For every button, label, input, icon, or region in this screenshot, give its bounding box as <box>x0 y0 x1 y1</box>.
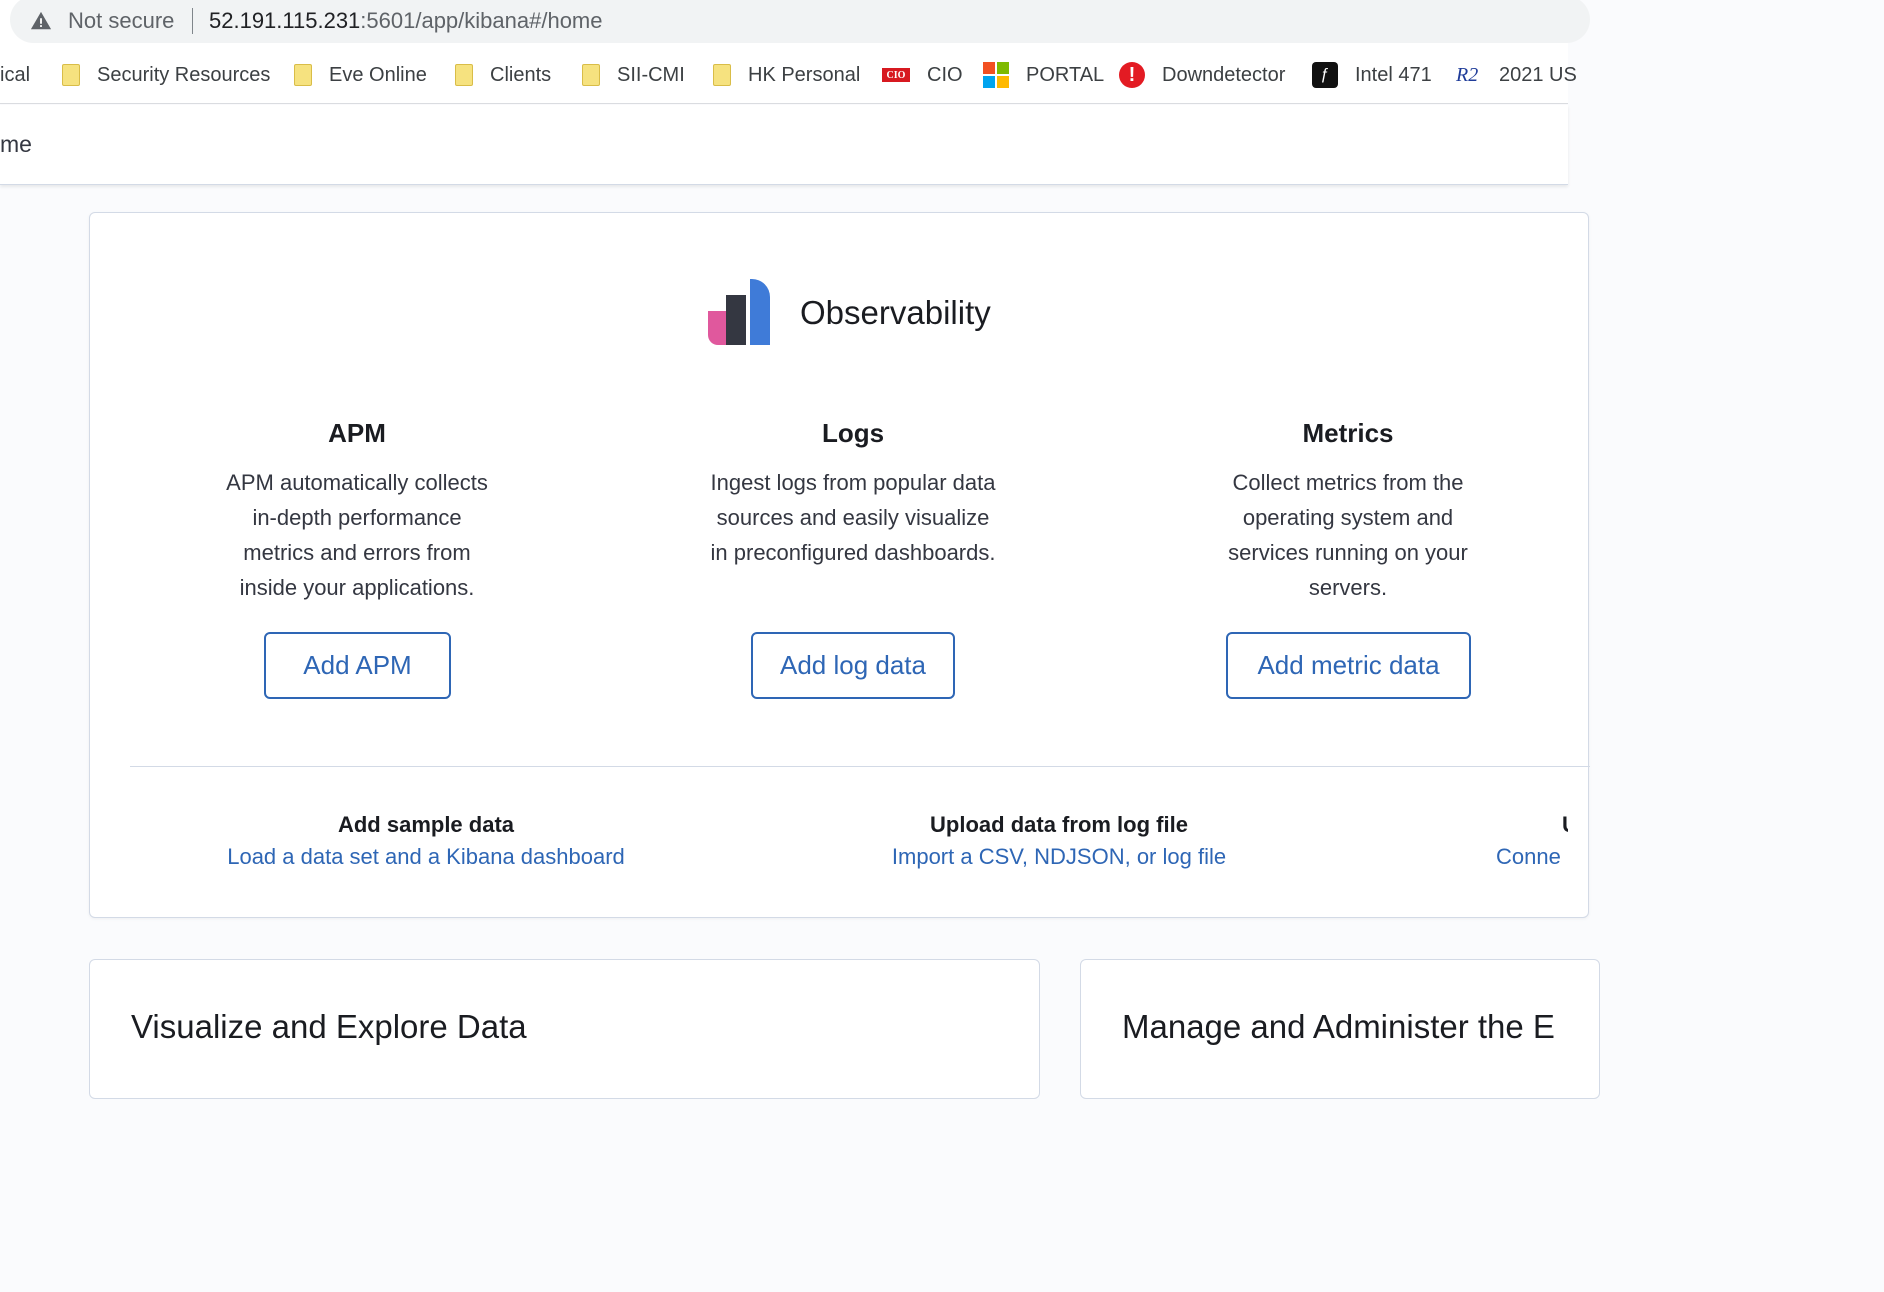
logs-description-line: sources and easily visualize <box>716 505 990 530</box>
bookmark-label: SII-CMI <box>617 63 685 86</box>
url-host: 52.191.115.231 <box>209 8 361 33</box>
bookmark-label: Intel 471 <box>1355 63 1432 86</box>
apm-column: APM APM automatically collects in-depth … <box>187 415 527 605</box>
intel471-icon: ƒ <box>1312 62 1338 88</box>
connect-title: U <box>1496 810 1568 840</box>
logs-description-line: in preconfigured dashboards. <box>710 540 996 565</box>
folder-icon <box>455 64 473 86</box>
logs-column: Logs Ingest logs from popular data sourc… <box>663 415 1043 570</box>
bookmarks-bar: ical Security Resources Eve Online Clien… <box>0 48 1577 104</box>
upload-log-file-title: Upload data from log file <box>930 812 1188 837</box>
bookmark-sii-cmi[interactable]: SII-CMI <box>582 60 685 90</box>
bookmark-eve-online[interactable]: Eve Online <box>294 60 427 90</box>
security-status[interactable]: Not secure <box>68 6 174 36</box>
bookmark-security-resources[interactable]: Security Resources <box>62 60 270 90</box>
bookmark-intel-471[interactable]: ƒ Intel 471 <box>1312 60 1432 90</box>
url-text[interactable]: 52.191.115.231:5601/app/kibana#/home <box>209 6 603 36</box>
metrics-column: Metrics Collect metrics from the operati… <box>1178 415 1518 605</box>
visualize-panel: Visualize and Explore Data <box>89 959 1040 1099</box>
apm-description-line: inside your applications. <box>239 575 475 600</box>
bookmark-label: HK Personal <box>748 63 861 86</box>
metrics-description-line: services running on your <box>1228 540 1468 565</box>
folder-icon <box>294 64 312 86</box>
metrics-title: Metrics <box>1302 418 1394 448</box>
bookmark-2021-us[interactable]: R2 2021 US <box>1456 60 1577 90</box>
metrics-description-line: Collect metrics from the <box>1232 470 1464 495</box>
add-sample-data: Add sample data Load a data set and a Ki… <box>206 810 646 874</box>
breadcrumb[interactable]: me <box>0 131 32 158</box>
bookmark-downdetector[interactable]: ! Downdetector <box>1119 60 1285 90</box>
bookmark-clients[interactable]: Clients <box>455 60 551 90</box>
manage-panel: Manage and Administer the E <box>1080 959 1600 1099</box>
metrics-description-line: servers. <box>1308 575 1388 600</box>
kibana-header: me <box>0 105 1568 185</box>
apm-description: APM automatically collects in-depth perf… <box>187 465 527 605</box>
add-apm-button[interactable]: Add APM <box>264 632 451 699</box>
warning-icon[interactable] <box>30 10 52 32</box>
metrics-description: Collect metrics from the operating syste… <box>1178 465 1518 605</box>
bookmark-label: ical <box>0 63 31 86</box>
logs-title: Logs <box>821 418 885 448</box>
bookmark-label: Eve Online <box>329 63 427 86</box>
observability-logo-icon <box>708 279 770 345</box>
r2-icon: R2 <box>1456 63 1479 86</box>
apm-description-line: APM automatically collects <box>226 470 488 495</box>
panel-divider <box>130 766 1590 767</box>
add-log-data-button[interactable]: Add log data <box>751 632 955 699</box>
connect-link[interactable]: Conne <box>1496 840 1568 874</box>
metrics-description-line: operating system and <box>1242 505 1454 530</box>
upload-log-file: Upload data from log file Import a CSV, … <box>866 810 1252 874</box>
url-path: :5601/app/kibana#/home <box>360 8 603 33</box>
apm-title: APM <box>328 418 386 448</box>
folder-icon <box>62 64 80 86</box>
apm-description-line: metrics and errors from <box>243 540 471 565</box>
upload-log-file-link[interactable]: Import a CSV, NDJSON, or log file <box>866 840 1252 874</box>
connect-item: U Conne <box>1496 810 1568 874</box>
folder-icon <box>713 64 731 86</box>
downdetector-icon: ! <box>1119 62 1145 88</box>
address-bar: Not secure 52.191.115.231:5601/app/kiban… <box>0 0 1590 48</box>
bookmark-ical[interactable]: ical <box>0 60 30 90</box>
cio-icon: CIO <box>882 68 910 82</box>
visualize-title: Visualize and Explore Data <box>131 1008 527 1045</box>
logs-description: Ingest logs from popular data sources an… <box>663 465 1043 570</box>
bookmark-label: Clients <box>490 63 552 86</box>
bookmark-cio[interactable]: CIO CIO <box>882 60 963 90</box>
address-separator <box>192 8 193 34</box>
microsoft-icon <box>983 62 1009 88</box>
add-metric-data-button[interactable]: Add metric data <box>1226 632 1471 699</box>
bookmark-portal[interactable]: PORTAL <box>983 60 1104 90</box>
folder-icon <box>582 64 600 86</box>
bookmark-label: CIO <box>927 63 963 86</box>
bookmark-label: 2021 US <box>1499 63 1577 86</box>
bookmark-label: Downdetector <box>1162 63 1286 86</box>
bookmark-label: Security Resources <box>97 63 271 86</box>
manage-title: Manage and Administer the E <box>1122 1008 1555 1045</box>
bookmark-label: PORTAL <box>1026 63 1105 86</box>
add-sample-data-link[interactable]: Load a data set and a Kibana dashboard <box>206 840 646 874</box>
observability-title: Observability <box>800 294 991 331</box>
observability-header: Observability <box>706 278 991 348</box>
bookmark-hk-personal[interactable]: HK Personal <box>713 60 860 90</box>
logs-description-line: Ingest logs from popular data <box>710 470 996 495</box>
add-sample-data-title: Add sample data <box>337 812 515 837</box>
apm-description-line: in-depth performance <box>252 505 462 530</box>
